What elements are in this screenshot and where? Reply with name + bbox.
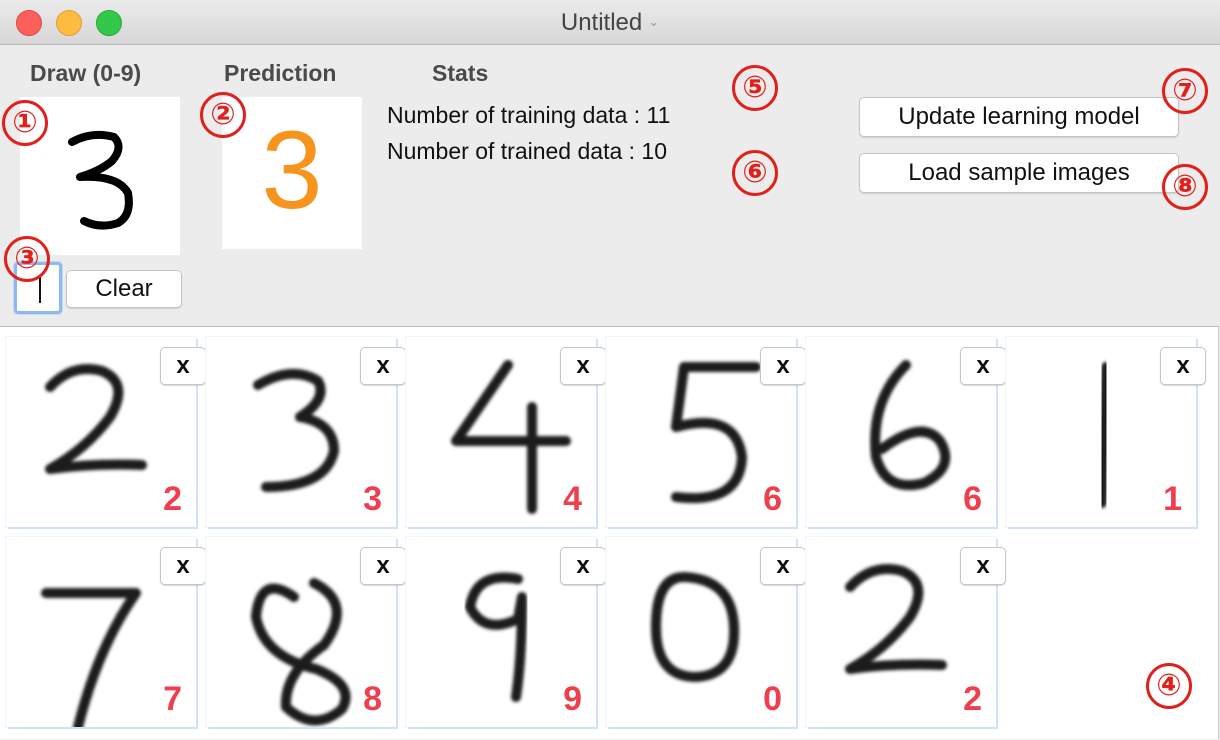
predicted-digit: 3 xyxy=(261,109,323,232)
sample-gallery[interactable]: x2x3x4x6x6x1x7x8x9x0x2 ④ xyxy=(0,326,1219,739)
sample-tile[interactable]: x2 xyxy=(6,337,206,527)
sample-label: 2 xyxy=(163,480,182,518)
sample-tile[interactable]: x2 xyxy=(806,537,1006,727)
sample-label: 9 xyxy=(563,680,582,718)
remove-sample-button[interactable]: x xyxy=(760,547,806,585)
update-learning-model-button[interactable]: Update learning model xyxy=(859,97,1179,137)
digit-stroke xyxy=(465,572,527,702)
window-title-text: Untitled xyxy=(560,9,643,36)
trained-data-count: Number of trained data : 10 xyxy=(387,138,667,164)
sample-label: 2 xyxy=(963,680,982,718)
remove-sample-button[interactable]: x xyxy=(160,347,206,385)
remove-sample-button[interactable]: x xyxy=(760,347,806,385)
remove-sample-button[interactable]: x xyxy=(560,347,606,385)
digit-stroke xyxy=(1097,362,1111,508)
text-caret xyxy=(39,275,41,303)
title-bar: Untitled ⌄ xyxy=(0,0,1220,45)
sample-tile[interactable]: x4 xyxy=(406,337,606,527)
remove-sample-button[interactable]: x xyxy=(560,547,606,585)
digit-stroke xyxy=(45,364,147,474)
draw-heading: Draw (0-9) xyxy=(30,60,142,86)
prediction-heading: Prediction xyxy=(224,60,337,86)
remove-sample-button[interactable]: x xyxy=(160,547,206,585)
sample-label: 7 xyxy=(163,680,182,718)
sample-label: 6 xyxy=(963,480,982,518)
sample-tile[interactable]: x7 xyxy=(6,537,206,727)
annotation-1: ① xyxy=(2,100,48,146)
sample-tile[interactable]: x1 xyxy=(1006,337,1206,527)
sample-label: 6 xyxy=(763,480,782,518)
sample-label: 4 xyxy=(563,480,582,518)
remove-sample-button[interactable]: x xyxy=(360,347,406,385)
sample-tile[interactable]: x9 xyxy=(406,537,606,727)
digit-stroke xyxy=(651,572,740,682)
annotation-5: ⑤ xyxy=(732,65,778,111)
sample-tile[interactable]: x0 xyxy=(606,537,806,727)
digit-stroke xyxy=(253,368,339,492)
digit-stroke xyxy=(870,360,951,491)
sample-label: 8 xyxy=(363,680,382,718)
digit-stroke xyxy=(671,362,761,504)
annotation-2: ② xyxy=(200,92,246,138)
remove-sample-button[interactable]: x xyxy=(960,547,1006,585)
load-sample-images-button[interactable]: Load sample images xyxy=(859,153,1179,193)
sample-tile[interactable]: x6 xyxy=(806,337,1006,527)
remove-sample-button[interactable]: x xyxy=(360,547,406,585)
remove-sample-button[interactable]: x xyxy=(960,347,1006,385)
clear-button[interactable]: Clear xyxy=(66,270,182,308)
window-title[interactable]: Untitled ⌄ xyxy=(0,9,1220,37)
sample-tile[interactable]: x6 xyxy=(606,337,806,527)
sample-label: 0 xyxy=(763,680,782,718)
annotation-8: ⑧ xyxy=(1162,164,1208,210)
stats-heading: Stats xyxy=(432,60,489,86)
annotation-7: ⑦ xyxy=(1162,68,1208,114)
annotation-6: ⑥ xyxy=(732,150,778,196)
sample-label: 3 xyxy=(363,480,382,518)
remove-sample-button[interactable]: x xyxy=(1160,347,1206,385)
sample-tile[interactable]: x8 xyxy=(206,537,406,727)
digit-stroke xyxy=(845,564,947,674)
sample-label: 1 xyxy=(1163,480,1182,518)
training-data-count: Number of training data : 11 xyxy=(387,102,671,128)
digit-stroke xyxy=(251,578,351,726)
sample-tile[interactable]: x3 xyxy=(206,337,406,527)
annotation-3: ③ xyxy=(4,236,50,282)
annotation-4: ④ xyxy=(1146,663,1192,709)
digit-stroke xyxy=(41,588,141,727)
digit-stroke xyxy=(451,360,571,514)
chevron-down-icon: ⌄ xyxy=(648,14,660,29)
